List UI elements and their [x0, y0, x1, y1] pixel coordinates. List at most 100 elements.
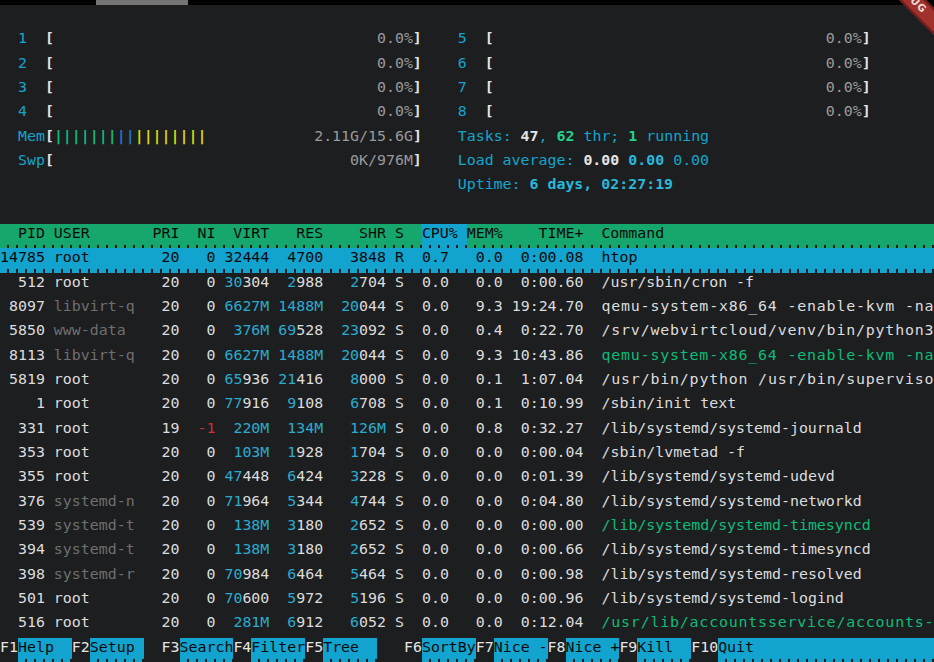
col-ni[interactable]: NI — [188, 224, 224, 242]
process-row[interactable]: 501 root 20 0 70600 5972 5196 S 0.0 0.0 … — [0, 589, 934, 613]
cpu-meter-id: 2 — [18, 54, 27, 72]
process-row[interactable]: 355 root 20 0 47448 6424 3228 S 0.0 0.0 … — [0, 467, 934, 491]
cell-command: /lib/systemd/systemd-resolved — [602, 565, 862, 583]
cell-state: S — [395, 273, 404, 291]
mem-bar-green: ||||||| — [54, 127, 117, 145]
meter-bracket: [ — [485, 54, 494, 72]
col-virt[interactable]: VIRT — [224, 224, 278, 242]
cell-shr: 5 — [341, 589, 359, 607]
cell-time: 0:00.98 — [512, 565, 584, 583]
cell-user: root — [54, 394, 135, 412]
process-row[interactable]: 398 systemd-r 20 0 70984 6464 5464 S 0.0… — [0, 565, 934, 589]
meter-bracket: ] — [413, 102, 422, 120]
col-shr[interactable]: SHR — [341, 224, 395, 242]
cell-virt: 964 — [242, 492, 269, 510]
cell-pri: 20 — [153, 467, 180, 485]
swp-meter-label: Swp — [18, 151, 45, 169]
cell-time: 0:04.80 — [512, 492, 584, 510]
process-row[interactable]: 331 root 19 -1 220M 134M 126M S 0.0 0.8 … — [0, 419, 934, 443]
process-row[interactable]: 8113 libvirt-q 20 0 6627M 1488M 20044 S … — [0, 346, 934, 370]
cell-mem: 9.3 — [467, 297, 503, 315]
cell-pid: 8113 — [0, 346, 45, 364]
process-row[interactable]: 14785 root 20 0 32444 4700 3848 R 0.7 0.… — [0, 248, 934, 272]
fkey-label-Kill[interactable]: Kill — [637, 638, 691, 662]
load-1: 0.00 — [583, 151, 619, 169]
fkey-F5[interactable]: F5 — [305, 638, 323, 656]
fkey-label-Nice-+[interactable]: Nice + — [566, 638, 620, 662]
col-s[interactable]: S — [395, 224, 404, 242]
fkey-F2[interactable]: F2 — [72, 638, 90, 656]
fkey-F6[interactable]: F6 — [404, 638, 422, 656]
cell-ni: 0 — [189, 540, 216, 558]
process-row[interactable]: 512 root 20 0 30304 2988 2704 S 0.0 0.0 … — [0, 273, 934, 297]
fkey-F8[interactable]: F8 — [548, 638, 566, 656]
cell-shr: 044 — [359, 346, 386, 364]
fkey-label-Tree[interactable]: Tree — [323, 638, 377, 662]
cell-state: S — [395, 346, 404, 364]
fkey-F7[interactable]: F7 — [476, 638, 494, 656]
process-row[interactable]: 539 systemd-t 20 0 138M 3180 2652 S 0.0 … — [0, 516, 934, 540]
process-row[interactable]: 8097 libvirt-q 20 0 6627M 1488M 20044 S … — [0, 297, 934, 321]
cell-command: /lib/systemd/systemd-journald — [601, 419, 861, 437]
cell-state: S — [395, 613, 404, 631]
cell-pid: 512 — [0, 273, 45, 291]
col-pri[interactable]: PRI — [153, 224, 189, 242]
cell-state: S — [395, 321, 404, 339]
cell-virt: 138M — [224, 540, 269, 558]
fkey-label-Help[interactable]: Help — [18, 638, 72, 662]
cell-pri: 20 — [153, 589, 180, 607]
cell-res: 4700 — [278, 248, 323, 266]
process-row[interactable]: 376 systemd-n 20 0 71964 5344 4744 S 0.0… — [0, 492, 934, 516]
fkey-F4[interactable]: F4 — [233, 638, 251, 656]
fkey-F10[interactable]: F10 — [691, 638, 718, 656]
fkey-label-Setup[interactable]: Setup — [90, 638, 144, 662]
cell-shr: 20 — [341, 346, 359, 364]
process-row[interactable]: 516 root 20 0 281M 6912 6052 S 0.0 0.0 0… — [0, 613, 934, 637]
col-pid[interactable]: PID — [0, 224, 54, 242]
cell-command: htop — [601, 248, 637, 266]
cell-pri: 20 — [153, 370, 180, 388]
cell-state: S — [395, 492, 404, 510]
swp-meter-value: 0K/976M — [350, 151, 413, 169]
col-command[interactable]: Command — [601, 224, 664, 242]
tasks-running: 1 — [628, 127, 637, 145]
cpu-meter-id: 5 — [458, 29, 467, 47]
cell-res: 5 — [278, 589, 296, 607]
fkey-F9[interactable]: F9 — [619, 638, 637, 656]
cell-res: 464 — [296, 565, 323, 583]
fkey-F3[interactable]: F3 — [162, 638, 180, 656]
process-row[interactable]: 353 root 20 0 103M 1928 1704 S 0.0 0.0 0… — [0, 443, 934, 467]
cpu-meter-line-3-7: 3 [ 0.0%] 7 [ 0.0%] — [0, 78, 934, 102]
process-row[interactable]: 394 systemd-t 20 0 138M 3180 2652 S 0.0 … — [0, 540, 934, 564]
col-res[interactable]: RES — [278, 224, 341, 242]
fkey-F1[interactable]: F1 — [0, 638, 18, 656]
cell-virt: 304 — [242, 273, 269, 291]
fkey-label-Filter[interactable]: Filter — [251, 638, 305, 662]
col-time[interactable]: TIME+ — [512, 224, 584, 242]
fkey-label-SortBy[interactable]: SortBy — [422, 638, 476, 662]
cell-pid: 331 — [0, 419, 45, 437]
cell-shr: 20 — [341, 297, 359, 315]
table-header: PID USER PRI NI VIRT RES SHR S CPU% MEM%… — [0, 224, 934, 248]
cell-res: 2 — [278, 273, 296, 291]
swp-load-line: Swp[ 0K/976M] Load average: 0.00 0.00 0.… — [0, 151, 934, 175]
cell-shr: 196 — [359, 589, 386, 607]
col-mem[interactable]: MEM% — [467, 224, 503, 242]
cell-res: 1488M — [278, 346, 323, 364]
cell-ni: 0 — [189, 443, 216, 461]
process-row[interactable]: 1 root 20 0 77916 9108 6708 S 0.0 0.1 0:… — [0, 394, 934, 418]
fkey-label-Quit[interactable]: Quit — [718, 638, 933, 662]
meter-bracket: [ — [485, 102, 494, 120]
cell-shr: 126M — [341, 419, 386, 437]
col-cpu-sort[interactable]: CPU% — [422, 224, 467, 248]
cell-time: 0:32.27 — [512, 419, 584, 437]
col-user[interactable]: USER — [54, 224, 153, 242]
cell-user: root — [54, 589, 135, 607]
fkey-label-Search[interactable]: Search — [180, 638, 234, 662]
process-row[interactable]: 5850 www-data 20 0 376M 69528 23092 S 0.… — [0, 321, 934, 345]
cell-virt: 220M — [224, 419, 269, 437]
mem-tasks-line: Mem[||||||||||||||||| 2.11G/15.6G] Tasks… — [0, 127, 934, 151]
cpu-meter-id: 7 — [458, 78, 467, 96]
fkey-label-Nice--[interactable]: Nice - — [494, 638, 548, 662]
process-row[interactable]: 5819 root 20 0 65936 21416 8000 S 0.0 0.… — [0, 370, 934, 394]
